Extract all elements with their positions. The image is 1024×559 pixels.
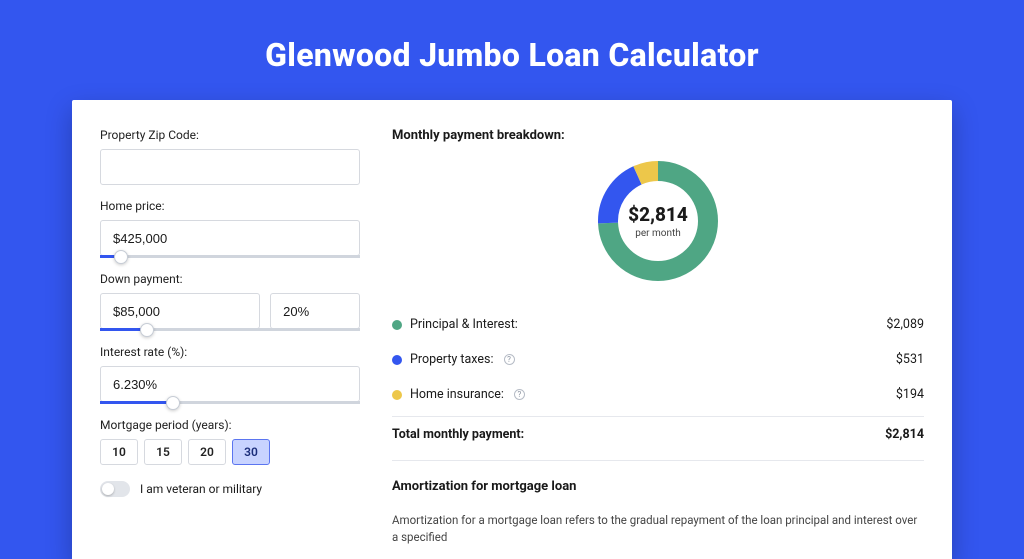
legend-label: Home insurance: <box>410 387 504 402</box>
field-period: Mortgage period (years): 10 15 20 30 <box>100 418 360 465</box>
down-label: Down payment: <box>100 272 360 286</box>
page-title: Glenwood Jumbo Loan Calculator <box>0 0 1024 100</box>
field-rate: Interest rate (%): <box>100 345 360 404</box>
donut-center-amount: $2,814 <box>628 203 688 226</box>
period-20-button[interactable]: 20 <box>188 439 226 465</box>
legend-row-taxes: Property taxes: ? $531 <box>392 342 924 377</box>
down-amount-input[interactable] <box>100 293 260 329</box>
period-15-button[interactable]: 15 <box>144 439 182 465</box>
legend-value: $194 <box>896 387 924 402</box>
toggle-knob <box>102 483 114 495</box>
donut-center-sub: per month <box>635 228 681 239</box>
zip-input[interactable] <box>100 149 360 185</box>
down-slider[interactable] <box>100 328 360 331</box>
info-icon[interactable]: ? <box>514 389 525 400</box>
info-icon[interactable]: ? <box>504 354 515 365</box>
zip-label: Property Zip Code: <box>100 128 360 142</box>
veteran-toggle[interactable] <box>100 481 130 497</box>
amortization-title: Amortization for mortgage loan <box>392 479 924 494</box>
rate-slider[interactable] <box>100 401 360 404</box>
dot-icon <box>392 355 402 365</box>
field-price: Home price: <box>100 199 360 258</box>
rate-label: Interest rate (%): <box>100 345 360 359</box>
breakdown-panel: Monthly payment breakdown: $2,814 per mo… <box>382 100 952 559</box>
field-zip: Property Zip Code: <box>100 128 360 185</box>
amortization-section: Amortization for mortgage loan Amortizat… <box>392 460 924 547</box>
breakdown-title: Monthly payment breakdown: <box>392 128 924 143</box>
legend-value: $531 <box>896 352 924 367</box>
dot-icon <box>392 320 402 330</box>
input-panel: Property Zip Code: Home price: Down paym… <box>72 100 382 559</box>
legend-value: $2,089 <box>886 317 924 332</box>
down-slider-thumb[interactable] <box>140 323 154 337</box>
period-10-button[interactable]: 10 <box>100 439 138 465</box>
price-label: Home price: <box>100 199 360 213</box>
down-pct-input[interactable] <box>270 293 360 329</box>
veteran-label: I am veteran or military <box>140 482 262 496</box>
price-slider[interactable] <box>100 255 360 258</box>
period-30-button[interactable]: 30 <box>232 439 270 465</box>
veteran-toggle-row: I am veteran or military <box>100 481 360 497</box>
legend-label: Principal & Interest: <box>410 317 518 332</box>
calculator-card: Property Zip Code: Home price: Down paym… <box>72 100 952 559</box>
amortization-body: Amortization for a mortgage loan refers … <box>392 512 924 547</box>
legend-label: Property taxes: <box>410 352 494 367</box>
total-row: Total monthly payment: $2,814 <box>392 416 924 460</box>
field-down: Down payment: <box>100 272 360 331</box>
total-value: $2,814 <box>885 427 924 442</box>
rate-input[interactable] <box>100 366 360 402</box>
dot-icon <box>392 390 402 400</box>
rate-slider-thumb[interactable] <box>166 396 180 410</box>
donut-chart: $2,814 per month <box>598 161 718 281</box>
price-input[interactable] <box>100 220 360 256</box>
legend-row-insurance: Home insurance: ? $194 <box>392 377 924 412</box>
period-label: Mortgage period (years): <box>100 418 360 432</box>
total-label: Total monthly payment: <box>392 427 524 442</box>
legend-row-principal: Principal & Interest: $2,089 <box>392 307 924 342</box>
price-slider-thumb[interactable] <box>114 250 128 264</box>
